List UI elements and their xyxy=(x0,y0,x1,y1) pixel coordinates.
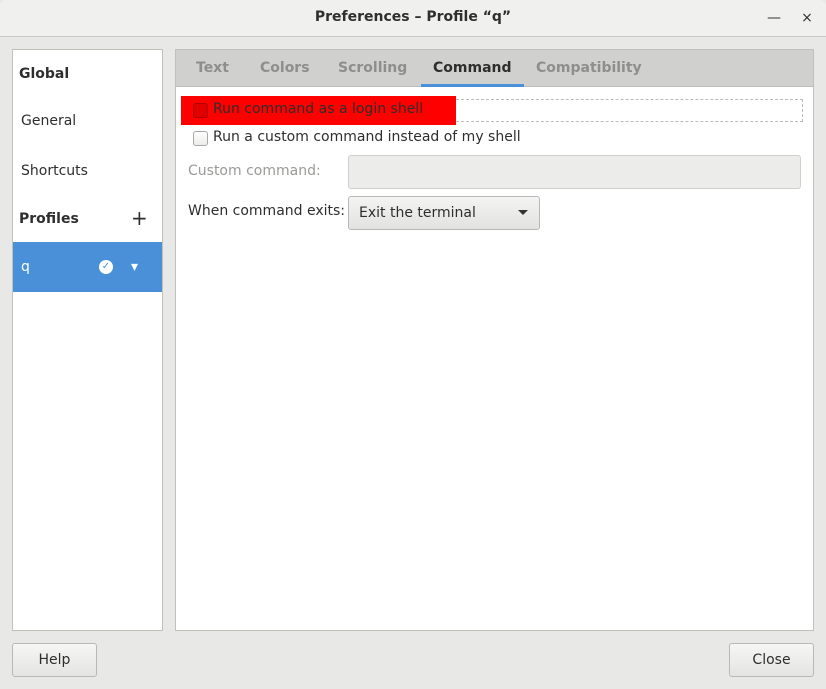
custom-command-checkbox-label[interactable]: Run a custom command instead of my shell xyxy=(213,129,521,145)
close-button[interactable]: Close xyxy=(729,643,814,677)
window-title: Preferences – Profile “q” xyxy=(314,9,512,25)
add-profile-button[interactable]: + xyxy=(131,207,148,229)
profile-menu-button[interactable]: ▾ xyxy=(131,242,138,292)
sidebar-item-general[interactable]: General xyxy=(13,97,162,145)
sidebar-heading-global: Global xyxy=(19,66,70,82)
profile-settings-panel: Text Colors Scrolling Command Compatibil… xyxy=(175,49,814,631)
minimize-button[interactable]: — xyxy=(764,8,784,28)
tab-compatibility[interactable]: Compatibility xyxy=(536,50,642,87)
tab-text[interactable]: Text xyxy=(196,50,229,87)
sidebar-item-shortcuts[interactable]: Shortcuts xyxy=(13,147,162,195)
exit-action-dropdown[interactable]: Exit the terminal xyxy=(348,196,540,230)
tab-scrolling[interactable]: Scrolling xyxy=(338,50,407,87)
profile-name: q xyxy=(21,259,30,275)
tab-bar: Text Colors Scrolling Command Compatibil… xyxy=(176,50,813,87)
custom-command-input[interactable] xyxy=(348,155,801,189)
tab-command[interactable]: Command xyxy=(421,50,524,87)
sidebar-item-profile-q[interactable]: q ✓ ▾ xyxy=(13,242,162,292)
default-profile-check-icon: ✓ xyxy=(99,260,113,274)
chevron-down-icon xyxy=(518,210,528,215)
sidebar: Global General Shortcuts Profiles + q ✓ … xyxy=(12,49,163,631)
custom-command-checkbox[interactable] xyxy=(193,131,208,146)
exit-action-label: When command exits: xyxy=(188,203,346,219)
custom-command-label: Custom command: xyxy=(188,163,321,179)
help-button[interactable]: Help xyxy=(12,643,97,677)
close-window-button[interactable]: × xyxy=(797,8,817,28)
title-bar: Preferences – Profile “q” — × xyxy=(0,0,826,37)
login-shell-checkbox[interactable] xyxy=(193,103,208,118)
tab-colors[interactable]: Colors xyxy=(260,50,310,87)
login-shell-label[interactable]: Run command as a login shell xyxy=(213,101,423,117)
exit-action-value: Exit the terminal xyxy=(359,205,476,221)
